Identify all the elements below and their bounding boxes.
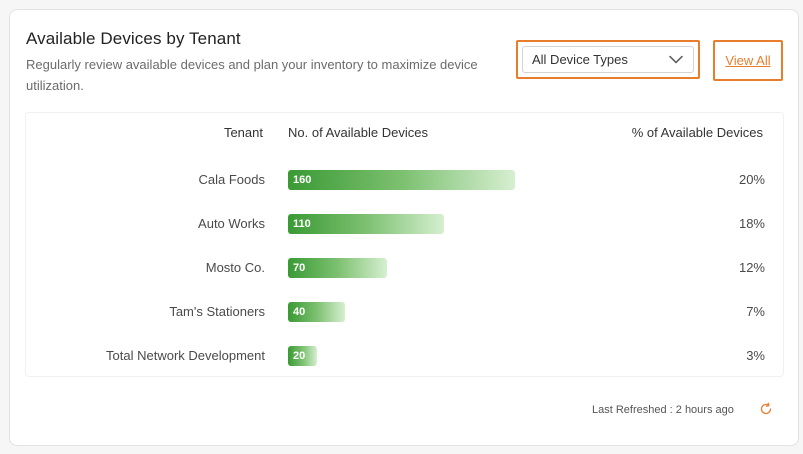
available-devices-card: Available Devices by Tenant Regularly re…	[9, 9, 799, 446]
devices-bar: 160	[288, 170, 515, 190]
table-row: Cala Foods 160 20%	[10, 170, 800, 190]
tenant-name: Cala Foods	[198, 172, 265, 187]
header-available-devices: No. of Available Devices	[288, 125, 428, 140]
tenant-devices-table	[25, 112, 784, 377]
view-all-highlight: View All	[713, 40, 783, 81]
device-type-dropdown-value: All Device Types	[532, 52, 628, 67]
tenant-name: Auto Works	[198, 216, 265, 231]
card-title: Available Devices by Tenant	[26, 29, 241, 48]
device-type-dropdown-field[interactable]: All Device Types	[522, 46, 694, 73]
devices-percent: 20%	[738, 172, 765, 187]
last-refreshed-text: Last Refreshed : 2 hours ago	[592, 404, 734, 416]
table-row: Auto Works 110 18%	[10, 214, 800, 234]
devices-count: 40	[293, 306, 306, 318]
card-subtitle: Regularly review available devices and p…	[26, 57, 478, 93]
devices-count: 20	[293, 350, 306, 362]
chevron-down-icon	[669, 55, 683, 64]
refresh-icon[interactable]	[759, 402, 773, 416]
header-tenant: Tenant	[223, 125, 263, 140]
header-percent-available: % of Available Devices	[631, 125, 763, 140]
tenant-name: Mosto Co.	[205, 260, 265, 275]
page-background: Available Devices by Tenant Regularly re…	[0, 0, 803, 454]
devices-bar: 20	[288, 346, 317, 366]
devices-percent: 18%	[738, 216, 765, 231]
devices-bar: 70	[288, 258, 387, 278]
devices-bar: 40	[288, 302, 345, 322]
devices-count: 110	[293, 218, 311, 230]
table-row: Tam's Stationers 40 7%	[10, 302, 800, 322]
devices-count: 160	[293, 174, 312, 186]
view-all-link[interactable]: View All	[725, 53, 770, 68]
table-row: Total Network Development 20 3%	[10, 346, 800, 366]
tenant-name: Total Network Development	[106, 348, 265, 363]
devices-percent: 7%	[746, 304, 765, 319]
device-type-dropdown[interactable]: All Device Types	[516, 40, 700, 79]
devices-percent: 12%	[738, 260, 765, 275]
devices-bar: 110	[288, 214, 444, 234]
devices-percent: 3%	[746, 348, 765, 363]
table-row: Mosto Co. 70 12%	[10, 258, 800, 278]
tenant-name: Tam's Stationers	[169, 304, 265, 319]
devices-count: 70	[293, 262, 306, 274]
